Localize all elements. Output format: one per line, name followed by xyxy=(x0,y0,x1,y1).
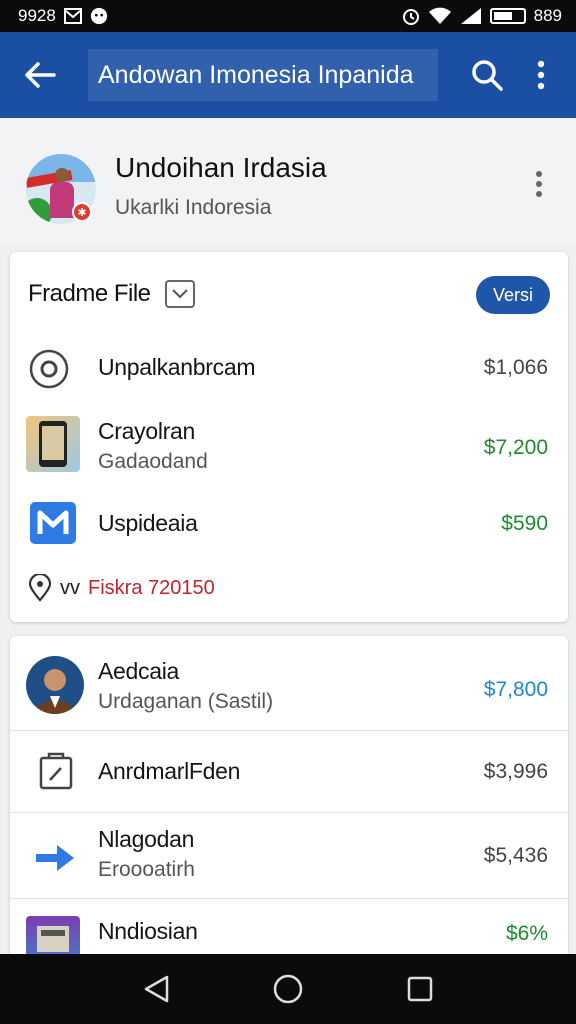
item-amount: $7,200 xyxy=(483,436,548,459)
item-amount: $590 xyxy=(501,512,548,535)
transaction-card: Aedcaia Urdaganan (Sastil) $7,800 Anrdma… xyxy=(10,636,568,966)
list-item[interactable]: Nlagodan Eroooatirh $5,436 xyxy=(10,822,568,894)
status-bar: 9928 889 xyxy=(0,0,576,32)
item-title: Aedcaia xyxy=(98,658,180,684)
avatar xyxy=(26,656,84,714)
phone-app-icon xyxy=(26,416,80,472)
profile-name: Undoihan Irdasia xyxy=(115,152,327,183)
overflow-menu-button[interactable] xyxy=(520,54,562,96)
app-notification-icon xyxy=(90,7,108,25)
item-amount: $3,996 xyxy=(483,760,548,783)
wifi-icon xyxy=(428,7,452,25)
system-nav-bar xyxy=(0,954,576,1024)
item-amount: $5,436 xyxy=(483,844,548,867)
item-title: Nlagodan xyxy=(98,826,195,852)
nav-home-button[interactable] xyxy=(268,969,308,1009)
item-subtitle: Gadaodand xyxy=(98,450,208,473)
list-item[interactable]: AnrdmarlFden $3,996 xyxy=(10,740,568,802)
divider xyxy=(10,898,568,899)
item-title: Nndiosian xyxy=(98,918,198,944)
profile-menu-button[interactable] xyxy=(528,166,550,202)
item-subtitle: Urdaganan (Sastil) xyxy=(98,690,274,713)
divider xyxy=(10,812,568,813)
clipboard-icon xyxy=(36,750,76,792)
item-title: Crayolran xyxy=(98,418,196,444)
item-title: Uspideaia xyxy=(98,510,198,536)
version-badge-button[interactable]: Versi xyxy=(476,276,550,314)
target-icon xyxy=(28,348,70,390)
arrow-left-icon xyxy=(25,62,56,88)
list-item[interactable]: Uspideaia $590 xyxy=(10,492,568,556)
forward-arrow-icon xyxy=(32,838,78,878)
more-vertical-icon xyxy=(537,60,545,90)
divider xyxy=(10,730,568,731)
location-prefix: vv xyxy=(60,576,80,599)
nav-back-button[interactable] xyxy=(136,969,176,1009)
item-subtitle: Eroooatirh xyxy=(98,858,195,881)
item-title: AnrdmarlFden xyxy=(98,758,241,784)
triangle-back-icon xyxy=(144,975,169,1003)
item-amount: $6% xyxy=(505,922,548,945)
list-item[interactable]: Aedcaia Urdaganan (Sastil) $7,800 xyxy=(10,650,568,722)
map-pin-icon xyxy=(28,574,52,602)
location-row[interactable]: vv Fiskra 720150 xyxy=(28,574,215,602)
app-title: Andowan Imonesia Inpanida xyxy=(88,49,438,101)
alarm-icon xyxy=(402,7,420,25)
profile-header: ✱ Undoihan Irdasia Ukarlki Indoresia xyxy=(0,118,576,246)
item-amount: $7,800 xyxy=(483,678,548,701)
status-time: 9928 xyxy=(18,6,56,25)
app-bar: Andowan Imonesia Inpanida xyxy=(0,32,576,118)
search-button[interactable] xyxy=(466,54,508,96)
mail-app-icon xyxy=(30,502,76,544)
list-item[interactable]: Crayolran Gadaodand $7,200 xyxy=(10,410,568,480)
circle-home-icon xyxy=(273,974,303,1004)
avatar-badge-icon: ✱ xyxy=(72,202,92,222)
search-icon xyxy=(472,60,503,91)
nav-recents-button[interactable] xyxy=(400,969,440,1009)
square-recents-icon xyxy=(407,976,433,1002)
battery-level: 889 xyxy=(533,6,562,25)
item-amount: $1,066 xyxy=(483,356,548,379)
email-notification-icon xyxy=(63,7,82,25)
card-title: Fradme File xyxy=(28,280,151,307)
checkbox-icon[interactable] xyxy=(164,280,195,308)
file-card: Fradme File Versi Unpalkanbrcam $1,066 C… xyxy=(10,252,568,622)
location-value: Fiskra 720150 xyxy=(88,576,215,599)
item-title: Unpalkanbrcam xyxy=(98,354,256,380)
battery-icon xyxy=(489,8,526,24)
back-button[interactable] xyxy=(0,32,80,118)
more-vertical-icon xyxy=(536,171,542,197)
list-item[interactable]: Unpalkanbrcam $1,066 xyxy=(10,338,568,398)
signal-icon xyxy=(460,7,482,25)
profile-subtitle: Ukarlki Indoresia xyxy=(115,196,272,219)
